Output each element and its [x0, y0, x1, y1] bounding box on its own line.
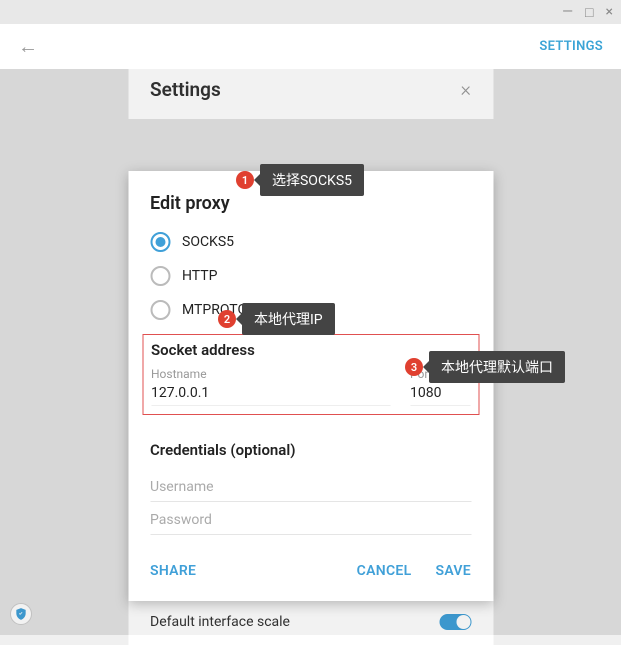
window-controls: — □ ×	[560, 4, 615, 21]
share-button[interactable]: SHARE	[150, 563, 196, 579]
username-input[interactable]: Username	[150, 469, 471, 502]
port-input[interactable]: 1080	[410, 381, 470, 406]
save-button[interactable]: SAVE	[435, 563, 471, 579]
credentials-title: Credentials (optional)	[150, 441, 471, 459]
hostname-field: Hostname 127.0.0.1	[151, 361, 390, 406]
radio-socks5[interactable]	[150, 232, 170, 252]
password-input[interactable]: Password	[150, 502, 471, 535]
hostname-label: Hostname	[151, 367, 207, 381]
maximize-button[interactable]: □	[583, 4, 595, 21]
back-arrow-icon[interactable]: ←	[18, 34, 38, 59]
titlebar: — □ ×	[0, 0, 621, 24]
backdrop: Settings × Default interface scale Edit …	[0, 69, 621, 635]
annotation-1: 1 选择SOCKS5	[236, 164, 364, 196]
hostname-input[interactable]: 127.0.0.1	[151, 381, 390, 406]
radio-http[interactable]	[150, 266, 170, 286]
dialog-title: Edit proxy	[150, 193, 471, 214]
cancel-button[interactable]: CANCEL	[357, 563, 412, 579]
radio-mtproto[interactable]	[150, 300, 170, 320]
minimize-button[interactable]: —	[560, 4, 575, 21]
annotation-badge-2: 2	[218, 310, 236, 328]
annotation-tooltip-2: 本地代理IP	[242, 303, 335, 335]
annotation-3: 3 本地代理默认端口	[405, 351, 565, 383]
dialog-buttons: SHARE CANCEL SAVE	[150, 563, 471, 579]
annotation-tooltip-3: 本地代理默认端口	[429, 351, 565, 383]
annotation-2: 2 本地代理IP	[218, 303, 335, 335]
close-window-button[interactable]: ×	[604, 4, 615, 21]
edit-proxy-dialog: Edit proxy SOCKS5 HTTP MTPROTO Socket ad…	[128, 171, 493, 601]
annotation-badge-1: 1	[236, 171, 254, 189]
annotation-tooltip-1: 选择SOCKS5	[260, 164, 364, 196]
radio-http-label: HTTP	[182, 268, 217, 284]
settings-link[interactable]: SETTINGS	[539, 39, 603, 54]
annotation-badge-3: 3	[405, 358, 423, 376]
radio-socks5-label: SOCKS5	[182, 234, 234, 250]
